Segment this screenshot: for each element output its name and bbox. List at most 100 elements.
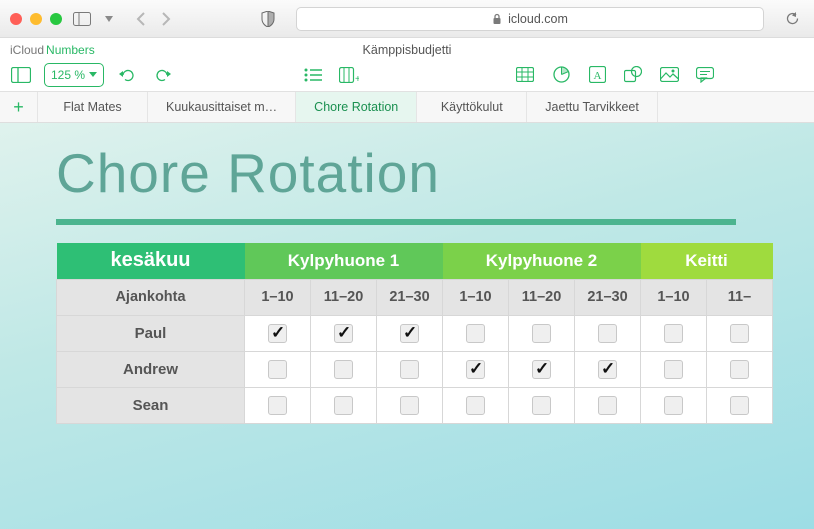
checkbox: [532, 324, 551, 343]
checkbox-cell[interactable]: [509, 387, 575, 423]
svg-text:A: A: [593, 70, 601, 82]
checkbox-cell[interactable]: [641, 387, 707, 423]
checkbox-cell[interactable]: [245, 351, 311, 387]
range-header[interactable]: 21–30: [575, 279, 641, 315]
sheet-tab[interactable]: Jaettu Tarvikkeet: [527, 92, 658, 122]
checkbox-cell[interactable]: [707, 351, 773, 387]
checkbox-cell[interactable]: [443, 351, 509, 387]
redo-icon[interactable]: [150, 63, 176, 87]
sheet-tab[interactable]: Flat Mates: [38, 92, 148, 122]
list-icon[interactable]: [300, 63, 326, 87]
group-header[interactable]: Keitti: [641, 243, 773, 279]
checkbox-cell[interactable]: [575, 351, 641, 387]
checkbox-cell[interactable]: [311, 315, 377, 351]
chart-icon[interactable]: [548, 63, 574, 87]
panel-toggle-icon[interactable]: [8, 63, 34, 87]
shape-icon[interactable]: [620, 63, 646, 87]
checkbox-cell[interactable]: [245, 387, 311, 423]
row-name[interactable]: Sean: [57, 387, 245, 423]
checkbox-cell[interactable]: [311, 351, 377, 387]
checkbox-cell[interactable]: [377, 315, 443, 351]
checkbox-cell[interactable]: [707, 387, 773, 423]
checkbox: [598, 360, 617, 379]
sheet-tab[interactable]: Kuukausittaiset m…: [148, 92, 296, 122]
zoom-window[interactable]: [50, 13, 62, 25]
forward-button[interactable]: [154, 8, 178, 30]
checkbox: [268, 324, 287, 343]
url-host: icloud.com: [508, 12, 568, 26]
checkbox-cell[interactable]: [443, 315, 509, 351]
zoom-selector[interactable]: 125 %: [44, 63, 104, 87]
checkbox-cell[interactable]: [377, 351, 443, 387]
checkbox: [664, 360, 683, 379]
checkbox-cell[interactable]: [311, 387, 377, 423]
checkbox: [334, 324, 353, 343]
reload-icon[interactable]: [780, 8, 804, 30]
minimize-window[interactable]: [30, 13, 42, 25]
checkbox: [400, 324, 419, 343]
row-name[interactable]: Andrew: [57, 351, 245, 387]
image-icon[interactable]: [656, 63, 682, 87]
back-button[interactable]: [128, 8, 152, 30]
checkbox-cell[interactable]: [575, 315, 641, 351]
table-icon[interactable]: [512, 63, 538, 87]
address-bar[interactable]: icloud.com: [296, 7, 764, 31]
range-header[interactable]: 21–30: [377, 279, 443, 315]
zoom-value: 125 %: [51, 68, 85, 82]
app-toolbar: 125 % + A: [0, 58, 814, 92]
comment-icon[interactable]: [692, 63, 718, 87]
divider: [56, 219, 736, 225]
spreadsheet-canvas[interactable]: Chore Rotation kesäkuu Kylpyhuone 1 Kylp…: [0, 123, 814, 529]
checkbox-cell[interactable]: [509, 315, 575, 351]
chore-table[interactable]: kesäkuu Kylpyhuone 1 Kylpyhuone 2 Keitti…: [56, 243, 773, 424]
range-header[interactable]: 1–10: [245, 279, 311, 315]
checkbox: [598, 396, 617, 415]
checkbox: [730, 360, 749, 379]
row-name[interactable]: Paul: [57, 315, 245, 351]
checkbox-cell[interactable]: [641, 315, 707, 351]
checkbox-cell[interactable]: [641, 351, 707, 387]
range-header[interactable]: 11–: [707, 279, 773, 315]
sheet-tab-active[interactable]: Chore Rotation: [296, 92, 417, 122]
sheet-tab[interactable]: Käyttökulut: [417, 92, 527, 122]
checkbox: [400, 360, 419, 379]
checkbox-cell[interactable]: [245, 315, 311, 351]
checkbox-cell[interactable]: [575, 387, 641, 423]
checkbox-cell[interactable]: [707, 315, 773, 351]
text-icon[interactable]: A: [584, 63, 610, 87]
subhead-label[interactable]: Ajankohta: [57, 279, 245, 315]
undo-icon[interactable]: [114, 63, 140, 87]
checkbox: [664, 396, 683, 415]
svg-text:+: +: [355, 74, 359, 83]
dropdown-chevron-icon[interactable]: [102, 8, 116, 30]
checkbox: [466, 360, 485, 379]
insert-column-icon[interactable]: +: [336, 63, 362, 87]
breadcrumb-module[interactable]: Numbers: [46, 43, 95, 57]
browser-chrome: icloud.com: [0, 0, 814, 38]
checkbox: [268, 360, 287, 379]
checkbox-cell[interactable]: [377, 387, 443, 423]
checkbox: [532, 396, 551, 415]
document-title: Kämppisbudjetti: [363, 43, 452, 57]
title-bar: iCloud Numbers Kämppisbudjetti: [0, 38, 814, 58]
sidebar-toggle-icon[interactable]: [70, 8, 94, 30]
shield-privacy-icon[interactable]: [256, 8, 280, 30]
checkbox: [400, 396, 419, 415]
add-sheet-button[interactable]: +: [0, 92, 38, 122]
checkbox: [730, 324, 749, 343]
range-header[interactable]: 1–10: [641, 279, 707, 315]
page-title: Chore Rotation: [0, 141, 814, 205]
breadcrumb-app[interactable]: iCloud: [10, 43, 44, 57]
range-header[interactable]: 11–20: [509, 279, 575, 315]
lock-icon: [492, 13, 502, 25]
checkbox: [466, 324, 485, 343]
group-header[interactable]: Kylpyhuone 1: [245, 243, 443, 279]
checkbox-cell[interactable]: [443, 387, 509, 423]
close-window[interactable]: [10, 13, 22, 25]
range-header[interactable]: 1–10: [443, 279, 509, 315]
checkbox: [466, 396, 485, 415]
checkbox-cell[interactable]: [509, 351, 575, 387]
month-header[interactable]: kesäkuu: [57, 243, 245, 279]
group-header[interactable]: Kylpyhuone 2: [443, 243, 641, 279]
range-header[interactable]: 11–20: [311, 279, 377, 315]
